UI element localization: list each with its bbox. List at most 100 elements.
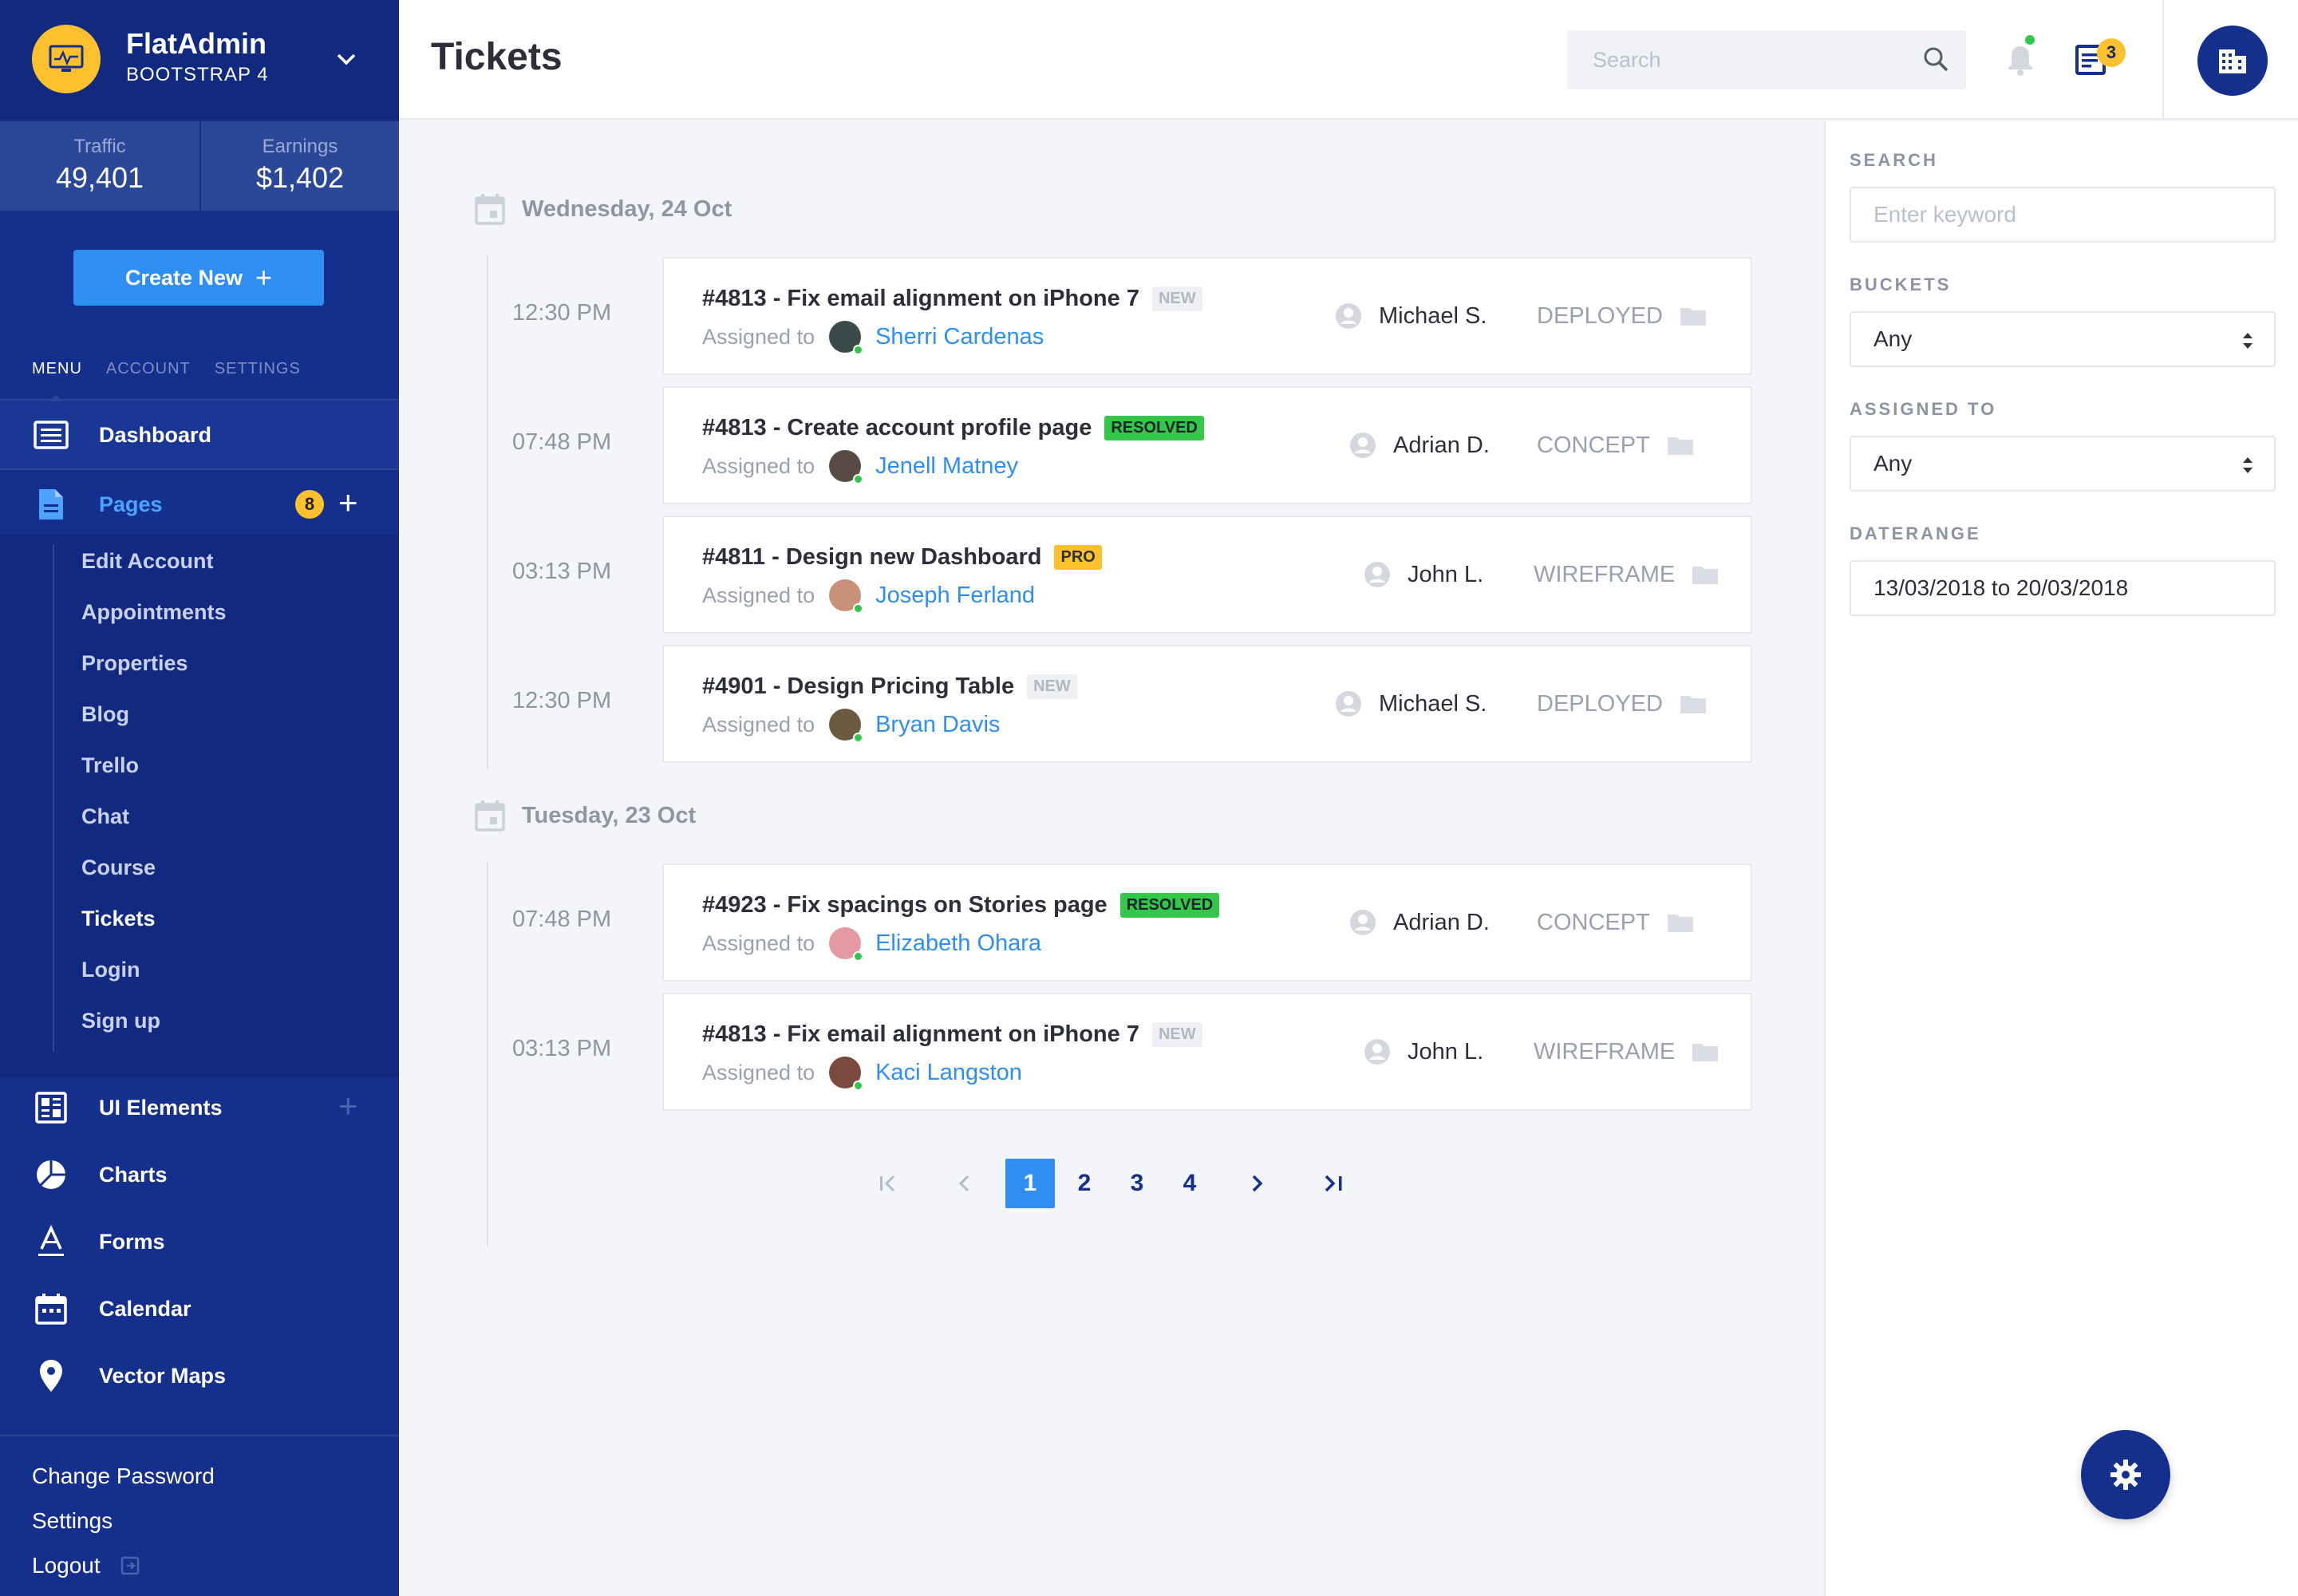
submenu-item-tickets[interactable]: Tickets: [81, 907, 156, 931]
folder-icon[interactable]: [1691, 1037, 1720, 1066]
owner-name: John L.: [1408, 1038, 1484, 1065]
search-icon[interactable]: [1921, 45, 1950, 73]
grid-layout-icon: [32, 1088, 70, 1127]
assigned-to-label: Assigned to: [702, 583, 815, 607]
tab-account[interactable]: ACCOUNT: [106, 360, 191, 378]
sidebar-item-dashboard[interactable]: Dashboard: [0, 401, 399, 468]
folder-icon[interactable]: [1679, 689, 1708, 718]
ticket-card[interactable]: #4813 - Fix email alignment on iPhone 7 …: [662, 993, 1752, 1111]
ticket-card[interactable]: #4813 - Fix email alignment on iPhone 7 …: [662, 257, 1752, 375]
plus-icon: +: [255, 261, 273, 294]
page-4-button[interactable]: 4: [1165, 1159, 1214, 1208]
ticket-badge: RESOLVED: [1104, 416, 1204, 440]
settings-fab[interactable]: [2081, 1430, 2170, 1519]
chevron-down-icon[interactable]: [334, 46, 359, 72]
timeline-line: [487, 255, 488, 771]
page-2-button[interactable]: 2: [1060, 1159, 1109, 1208]
submenu-item-chat[interactable]: Chat: [81, 804, 129, 829]
page-3-button[interactable]: 3: [1112, 1159, 1162, 1208]
sidebar-item-charts[interactable]: Charts: [0, 1141, 399, 1208]
divider: [0, 1435, 399, 1436]
assignee-link[interactable]: Bryan Davis: [875, 712, 1000, 738]
buckets-select[interactable]: Any: [1850, 311, 2276, 367]
ticket-card[interactable]: #4811 - Design new Dashboard PRO Assigne…: [662, 516, 1752, 634]
next-page-icon[interactable]: [1232, 1159, 1281, 1208]
change-password-link[interactable]: Change Password: [32, 1464, 215, 1489]
sidebar-item-forms[interactable]: Forms: [0, 1208, 399, 1275]
submenu-item-course[interactable]: Course: [81, 855, 156, 880]
ticket-card[interactable]: #4923 - Fix spacings on Stories page RES…: [662, 863, 1752, 982]
folder-icon[interactable]: [1691, 560, 1720, 589]
submenu-item-trello[interactable]: Trello: [81, 753, 139, 778]
bell-icon[interactable]: [2003, 41, 2038, 77]
ticket-owner: Adrian D.: [1348, 431, 1490, 460]
daterange-input[interactable]: 13/03/2018 to 20/03/2018: [1850, 560, 2276, 616]
ticket-title-text: #4813 - Fix email alignment on iPhone 7: [702, 286, 1139, 311]
last-page-icon[interactable]: [1309, 1159, 1358, 1208]
ticket-title[interactable]: #4923 - Fix spacings on Stories page RES…: [702, 892, 1220, 918]
day-label: Tuesday, 23 Oct: [522, 802, 697, 828]
ticket-card[interactable]: #4813 - Create account profile page RESO…: [662, 386, 1752, 504]
divider: [0, 399, 399, 401]
ticket-title[interactable]: #4811 - Design new Dashboard PRO: [702, 544, 1102, 571]
submenu-item-sign-up[interactable]: Sign up: [81, 1009, 160, 1033]
assignee-link[interactable]: Sherri Cardenas: [875, 324, 1044, 350]
select-arrows-icon: [2243, 457, 2253, 473]
folder-icon[interactable]: [1679, 302, 1708, 330]
assignee-link[interactable]: Joseph Ferland: [875, 583, 1035, 609]
ticket-time: 12:30 PM: [512, 300, 612, 326]
ticket-title[interactable]: #4813 - Fix email alignment on iPhone 7 …: [702, 286, 1202, 312]
pages-count-badge: 8: [295, 490, 324, 519]
tab-settings[interactable]: SETTINGS: [215, 360, 301, 378]
online-indicator: [853, 603, 864, 614]
ticket-title[interactable]: #4901 - Design Pricing Table NEW: [702, 674, 1077, 700]
ticket-title[interactable]: #4813 - Create account profile page RESO…: [702, 415, 1204, 441]
submenu-item-login[interactable]: Login: [81, 958, 140, 982]
assigned-to-select[interactable]: Any: [1850, 436, 2276, 492]
logout-link[interactable]: Logout: [32, 1553, 140, 1578]
sidebar-tabs: MENU ACCOUNT SETTINGS: [32, 360, 301, 401]
sidebar-item-vector-maps[interactable]: Vector Maps: [0, 1342, 399, 1409]
brand[interactable]: FlatAdmin BOOTSTRAP 4: [0, 0, 399, 120]
submenu-item-appointments[interactable]: Appointments: [81, 600, 227, 625]
sidebar-item-ui-elements[interactable]: UI Elements +: [0, 1074, 399, 1141]
submenu-item-blog[interactable]: Blog: [81, 702, 129, 727]
create-new-button[interactable]: Create New +: [73, 250, 324, 306]
status-label: CONCEPT: [1537, 432, 1650, 458]
folder-icon[interactable]: [1666, 908, 1695, 937]
user-icon: [1336, 303, 1361, 329]
previous-page-icon[interactable]: [940, 1159, 989, 1208]
ticket-card[interactable]: #4901 - Design Pricing Table NEW Assigne…: [662, 645, 1752, 763]
ticket-assignment: Assigned to Jenell Matney: [702, 450, 1018, 484]
add-page-icon[interactable]: +: [338, 484, 358, 522]
status-label: CONCEPT: [1537, 909, 1650, 935]
stat-traffic: Traffic 49,401: [0, 121, 199, 211]
ticket-title[interactable]: #4813 - Fix email alignment on iPhone 7 …: [702, 1021, 1202, 1048]
tab-menu[interactable]: MENU: [32, 360, 82, 401]
folder-icon[interactable]: [1666, 431, 1695, 460]
submenu-item-edit-account[interactable]: Edit Account: [81, 549, 214, 574]
first-page-icon[interactable]: [863, 1159, 913, 1208]
sidebar-item-label: Pages: [99, 492, 163, 516]
sidebar-item-label: Charts: [99, 1162, 168, 1187]
avatar: [829, 709, 864, 743]
expand-plus-icon[interactable]: +: [338, 1087, 358, 1125]
assignee-link[interactable]: Elizabeth Ohara: [875, 930, 1041, 957]
submenu-line: [53, 544, 54, 1052]
assigned-to-filter-label: ASSIGNED TO: [1850, 399, 1997, 419]
ticket-time: 12:30 PM: [512, 688, 612, 713]
keyword-search-input[interactable]: Enter keyword: [1850, 187, 2276, 243]
company-button[interactable]: [2197, 26, 2268, 96]
stat-label: Earnings: [262, 136, 338, 157]
create-new-label: Create New: [124, 265, 243, 290]
assigned-to-label: Assigned to: [702, 712, 815, 737]
sidebar-item-pages[interactable]: Pages 8 +: [0, 471, 399, 538]
submenu-item-properties[interactable]: Properties: [81, 651, 188, 676]
settings-link[interactable]: Settings: [32, 1508, 113, 1534]
sidebar-item-calendar[interactable]: Calendar: [0, 1275, 399, 1342]
assignee-link[interactable]: Jenell Matney: [875, 453, 1018, 480]
page-1-button[interactable]: 1: [1005, 1159, 1055, 1208]
assignee-link[interactable]: Kaci Langston: [875, 1060, 1022, 1086]
search-filter-label: SEARCH: [1850, 150, 1938, 170]
search-input[interactable]: [1567, 30, 1966, 89]
